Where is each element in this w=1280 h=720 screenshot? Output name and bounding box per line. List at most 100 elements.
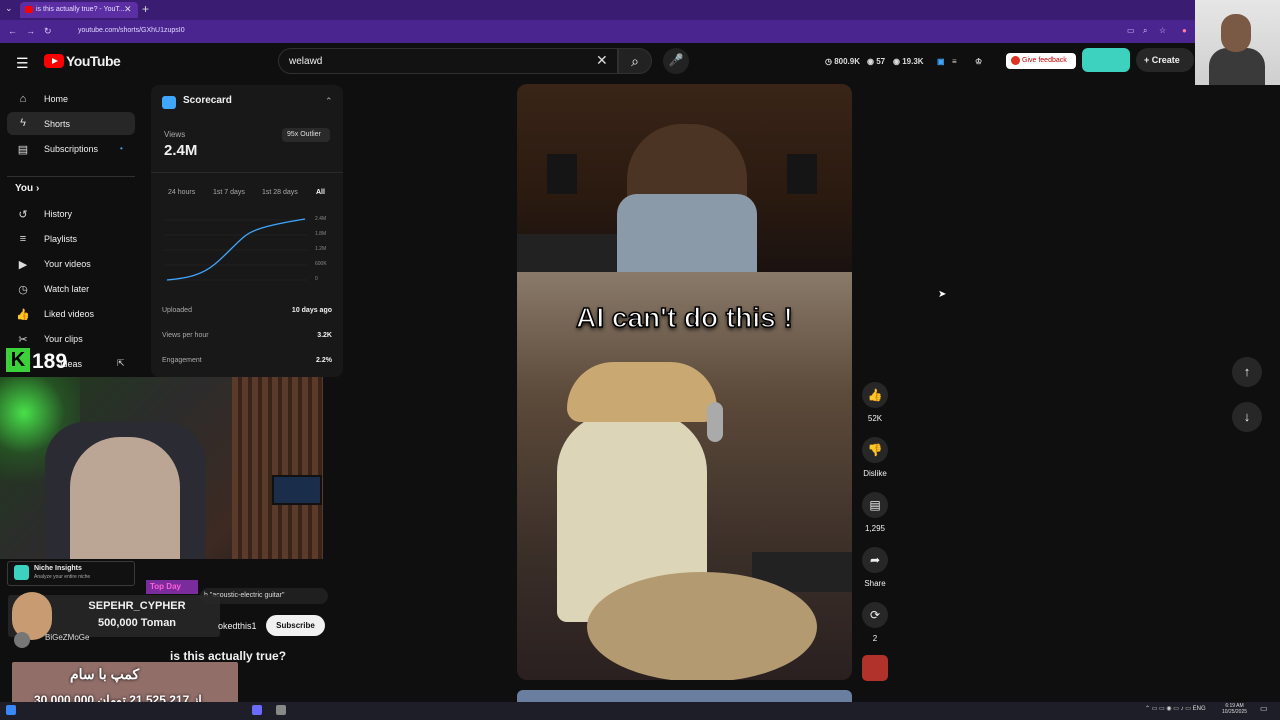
top-day-badge: Top Day [146,580,198,594]
subscriptions-icon: ▤ [17,144,29,156]
install-icon[interactable]: ▭ [1127,26,1135,35]
kick-badge: K [6,348,30,372]
award-icon[interactable]: ♔ [975,57,982,66]
reload-icon[interactable]: ↻ [44,26,52,37]
search-icon: ⌕ [631,53,639,69]
y-tick: 0 [315,276,318,282]
sidebar-item-history[interactable]: History [44,209,72,219]
thumbs-up-icon: 👍 [867,388,883,402]
range-24h[interactable]: 24 hours [168,189,195,196]
history-icon: ↺ [18,209,28,221]
open-external-icon[interactable]: ⇱ [117,358,125,369]
new-tab-button[interactable]: + [142,2,149,16]
create-button[interactable]: + Create [1136,48,1194,72]
sidebar-item-home[interactable]: Home [44,94,68,104]
start-icon[interactable] [6,705,16,715]
extension-button[interactable] [1082,48,1130,72]
new-content-dot: • [120,144,123,153]
y-tick: 2.4M [315,216,327,222]
engagement-value: 2.2% [316,357,332,364]
uploaded-label: Uploaded [162,307,192,314]
scorecard-divider [151,172,343,173]
clear-search-icon[interactable]: ✕ [596,52,608,69]
give-feedback-button[interactable]: Give feedback [1006,53,1076,69]
search-button[interactable]: ⌕ [618,48,652,74]
vidiq-icon[interactable]: ▣ [937,57,945,66]
zoom-icon[interactable]: ⌕ [1143,26,1147,36]
range-all[interactable]: All [316,189,325,196]
search-input[interactable]: welawd [278,48,618,74]
url-field[interactable]: youtube.com/shorts/GXhU1zupsI0 [60,24,1120,39]
browser-tab[interactable]: is this actually true? - YouT... [20,2,138,18]
channel-name[interactable]: okedthis1 [218,621,257,631]
comment-count: 1,295 [864,524,886,533]
comments-button[interactable]: ▤ [862,492,888,518]
sidebar-item-subscriptions[interactable]: Subscriptions [44,144,98,154]
clips-icon: ✂ [18,334,28,346]
playlists-icon: ≡ [19,233,27,245]
menu-icon[interactable]: ☰ [16,55,29,72]
views-value: 2.4M [164,142,198,159]
mouse-cursor-icon: ➤ [938,289,947,300]
mic-button[interactable]: 🎤 [663,48,689,74]
sidebar-item-playlists[interactable]: Playlists [44,234,77,244]
niche-icon [14,565,29,580]
range-28d[interactable]: 1st 28 days [262,189,298,196]
like-count: 52K [867,414,883,423]
y-tick: 1.2M [315,246,327,252]
collapse-icon[interactable]: ⌃ [325,96,333,107]
sidebar-item-your-videos[interactable]: Your videos [44,259,91,269]
next-short-button[interactable]: ↓ [1232,402,1262,432]
app-icon[interactable] [276,705,286,715]
comment-icon: ▤ [869,498,881,512]
views-line [166,218,306,281]
sidebar-item-watch-later[interactable]: Watch later [44,284,89,294]
range-7d[interactable]: 1st 7 days [213,189,245,196]
youtube-brand[interactable]: YouTube [66,53,121,69]
profile-icon[interactable]: ● [1182,26,1187,35]
remix-button[interactable]: ⟳ [862,602,888,628]
tab-menu-icon[interactable]: ⌄ [5,3,13,14]
taskbar [0,702,1280,720]
system-tray[interactable]: ⌃ ▭ ▭ ◉ ▭ ♪ ▭ ENG [1145,705,1206,712]
you-section-header[interactable]: You › [15,183,39,194]
sidebar-item-shorts[interactable]: Shorts [44,119,70,129]
subscribe-button[interactable]: Subscribe [266,615,325,636]
app-icon[interactable] [252,705,262,715]
youtube-logo-icon[interactable] [44,54,64,68]
forward-icon[interactable]: → [26,26,35,36]
donor-name: SEPEHR_CYPHER [88,600,186,612]
previous-short-button[interactable]: ↑ [1232,357,1262,387]
short-video-player[interactable]: AI can't do this ! [517,84,852,680]
views-per-hour-label: Views per hour [162,332,209,339]
y-tick: 1.8M [315,231,327,237]
scorecard-title: Scorecard [183,95,232,106]
back-icon[interactable]: ← [8,26,17,36]
sound-channel-thumbnail[interactable] [862,655,888,681]
sidebar-divider [7,176,135,177]
next-short-preview[interactable] [517,690,852,702]
y-tick: 600K [315,261,327,267]
list-icon[interactable]: ≡ [952,57,957,66]
dislike-button[interactable]: 👎 [862,437,888,463]
chevron-right-icon: › [35,183,40,194]
niche-subtitle: Analyze your entire niche [34,574,91,580]
views-per-hour-value: 3.2K [317,332,332,339]
arrow-up-icon: ↑ [1243,364,1251,379]
sidebar-item-liked-videos[interactable]: Liked videos [44,309,94,319]
like-button[interactable]: 👍 [862,382,888,408]
video-top-frame [517,84,852,272]
sidebar-item-your-clips[interactable]: Your clips [44,334,83,344]
share-icon: ➦ [869,553,881,567]
views-label: Views [164,130,186,139]
videos-stat: ◉ 57 [867,57,886,66]
language-indicator: ENG [1192,706,1206,712]
bookmark-icon[interactable]: ☆ [1159,26,1166,35]
notifications-icon[interactable]: ▭ [1260,704,1268,713]
url-text: youtube.com/shorts/GXhU1zupsI0 [78,27,185,34]
tab-close-icon[interactable]: ✕ [124,4,132,15]
share-button[interactable]: ➦ [862,547,888,573]
liked-videos-icon: 👍 [16,309,30,321]
video-caption: AI can't do this ! [575,301,793,334]
clock[interactable]: 6:19 AM 10/25/2025 [1222,703,1247,715]
